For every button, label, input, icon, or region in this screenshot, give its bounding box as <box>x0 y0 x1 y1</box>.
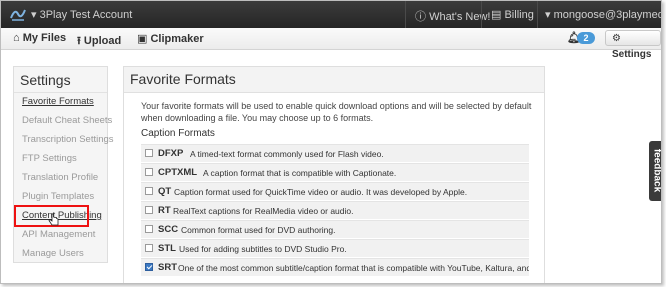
main-nav: ⌂ My Files ⭱ Upload ▣ Clipmaker 🔔︎ 2 ⚙ S… <box>1 28 661 60</box>
format-description: Used for adding subtitles to DVD Studio … <box>179 244 347 254</box>
notification-badge: 2 <box>577 32 595 44</box>
hand-cursor-icon <box>48 213 59 226</box>
user-menu[interactable]: ▾ mongoose@3playmedia.com <box>545 8 661 21</box>
format-checkbox[interactable] <box>145 225 153 233</box>
sidebar-item-plugin-templates[interactable]: Plugin Templates <box>22 191 94 202</box>
format-code: RT <box>158 205 171 216</box>
whats-new-link[interactable]: ⓘ What's New! <box>415 8 490 24</box>
account-switcher[interactable]: ▾ 3Play Test Account <box>31 8 132 21</box>
divider <box>481 1 482 28</box>
format-checkbox[interactable] <box>145 244 153 252</box>
page-title: Favorite Formats <box>130 71 236 87</box>
app-window: ▾ 3Play Test Account ⓘ What's New! ▤ Bil… <box>0 0 662 284</box>
settings-button[interactable]: ⚙ Settings <box>605 30 661 60</box>
sidebar-title: Settings <box>20 72 71 88</box>
format-description: A timed-text format commonly used for Fl… <box>190 149 384 159</box>
sidebar-item-default-cheat-sheets[interactable]: Default Cheat Sheets <box>22 115 112 126</box>
format-row-cptxml[interactable]: CPTXML A caption format that is compatib… <box>141 163 529 181</box>
gear-icon: ⚙ <box>612 33 621 44</box>
sidebar-item-transcription-settings[interactable]: Transcription Settings <box>22 134 114 145</box>
format-description: One of the most common subtitle/caption … <box>178 263 529 273</box>
intro-text: Your favorite formats will be used to en… <box>141 101 532 123</box>
panel-header: Favorite Formats <box>124 67 544 93</box>
format-description: Caption format used for QuickTime video … <box>174 187 468 197</box>
divider <box>537 1 538 28</box>
settings-label: Settings <box>612 49 652 60</box>
clipmaker-button[interactable]: ▣ Clipmaker <box>137 32 204 45</box>
format-code: DFXP <box>158 148 184 159</box>
logo-icon[interactable] <box>9 5 27 23</box>
billing-link[interactable]: ▤ Billing <box>491 8 534 21</box>
sidebar-item-manage-users[interactable]: Manage Users <box>22 248 84 259</box>
film-icon: ▣ <box>137 33 148 45</box>
sidebar-item-ftp-settings[interactable]: FTP Settings <box>22 153 77 164</box>
clipmaker-label: Clipmaker <box>150 33 204 45</box>
divider <box>405 1 406 28</box>
format-checkbox[interactable] <box>145 206 153 214</box>
format-row-dfxp[interactable]: DFXP A timed-text format commonly used f… <box>141 144 529 162</box>
feedback-tab[interactable]: feedback <box>649 141 662 201</box>
my-files-label: My Files <box>22 32 67 44</box>
sidebar-item-api-management[interactable]: API Management <box>22 229 95 240</box>
my-files-button[interactable]: ⌂ My Files <box>13 32 66 44</box>
feedback-label: feedback <box>651 148 662 193</box>
format-checkbox-checked[interactable] <box>145 263 153 271</box>
upload-label: Upload <box>83 35 122 47</box>
format-description: Common format used for DVD authoring. <box>181 225 336 235</box>
settings-sidebar: Settings Favorite Formats Default Cheat … <box>13 66 114 263</box>
section-title: Caption Formats <box>141 128 215 139</box>
info-icon: ⓘ <box>415 11 426 23</box>
format-code: SRT <box>158 262 177 273</box>
format-description: RealText captions for RealMedia video or… <box>173 206 354 216</box>
top-bar: ▾ 3Play Test Account ⓘ What's New! ▤ Bil… <box>1 1 661 28</box>
format-row-srt[interactable]: SRT One of the most common subtitle/capt… <box>141 258 529 276</box>
home-icon: ⌂ <box>13 32 20 44</box>
format-row-scc[interactable]: SCC Common format used for DVD authoring… <box>141 220 529 238</box>
format-checkbox[interactable] <box>145 168 153 176</box>
format-checkbox[interactable] <box>145 149 153 157</box>
sidebar-item-translation-profile[interactable]: Translation Profile <box>22 172 98 183</box>
billing-icon: ▤ <box>491 9 502 21</box>
upload-button[interactable]: ⭱ Upload <box>77 32 121 51</box>
favorite-formats-panel: Favorite Formats Your favorite formats w… <box>123 66 545 283</box>
format-description: A caption format that is compatible with… <box>203 168 397 178</box>
format-row-qt[interactable]: QT Caption format used for QuickTime vid… <box>141 182 529 200</box>
format-code: SCC <box>158 224 179 235</box>
format-code: CPTXML <box>158 167 198 178</box>
divider <box>14 92 107 93</box>
format-code: QT <box>158 186 172 197</box>
format-row-stl[interactable]: STL Used for adding subtitles to DVD Stu… <box>141 239 529 257</box>
format-checkbox[interactable] <box>145 187 153 195</box>
format-row-rt[interactable]: RT RealText captions for RealMedia video… <box>141 201 529 219</box>
format-code: STL <box>158 243 176 254</box>
sidebar-item-favorite-formats[interactable]: Favorite Formats <box>22 96 94 107</box>
upload-icon: ⭱ <box>77 35 81 47</box>
billing-label: Billing <box>504 9 534 21</box>
